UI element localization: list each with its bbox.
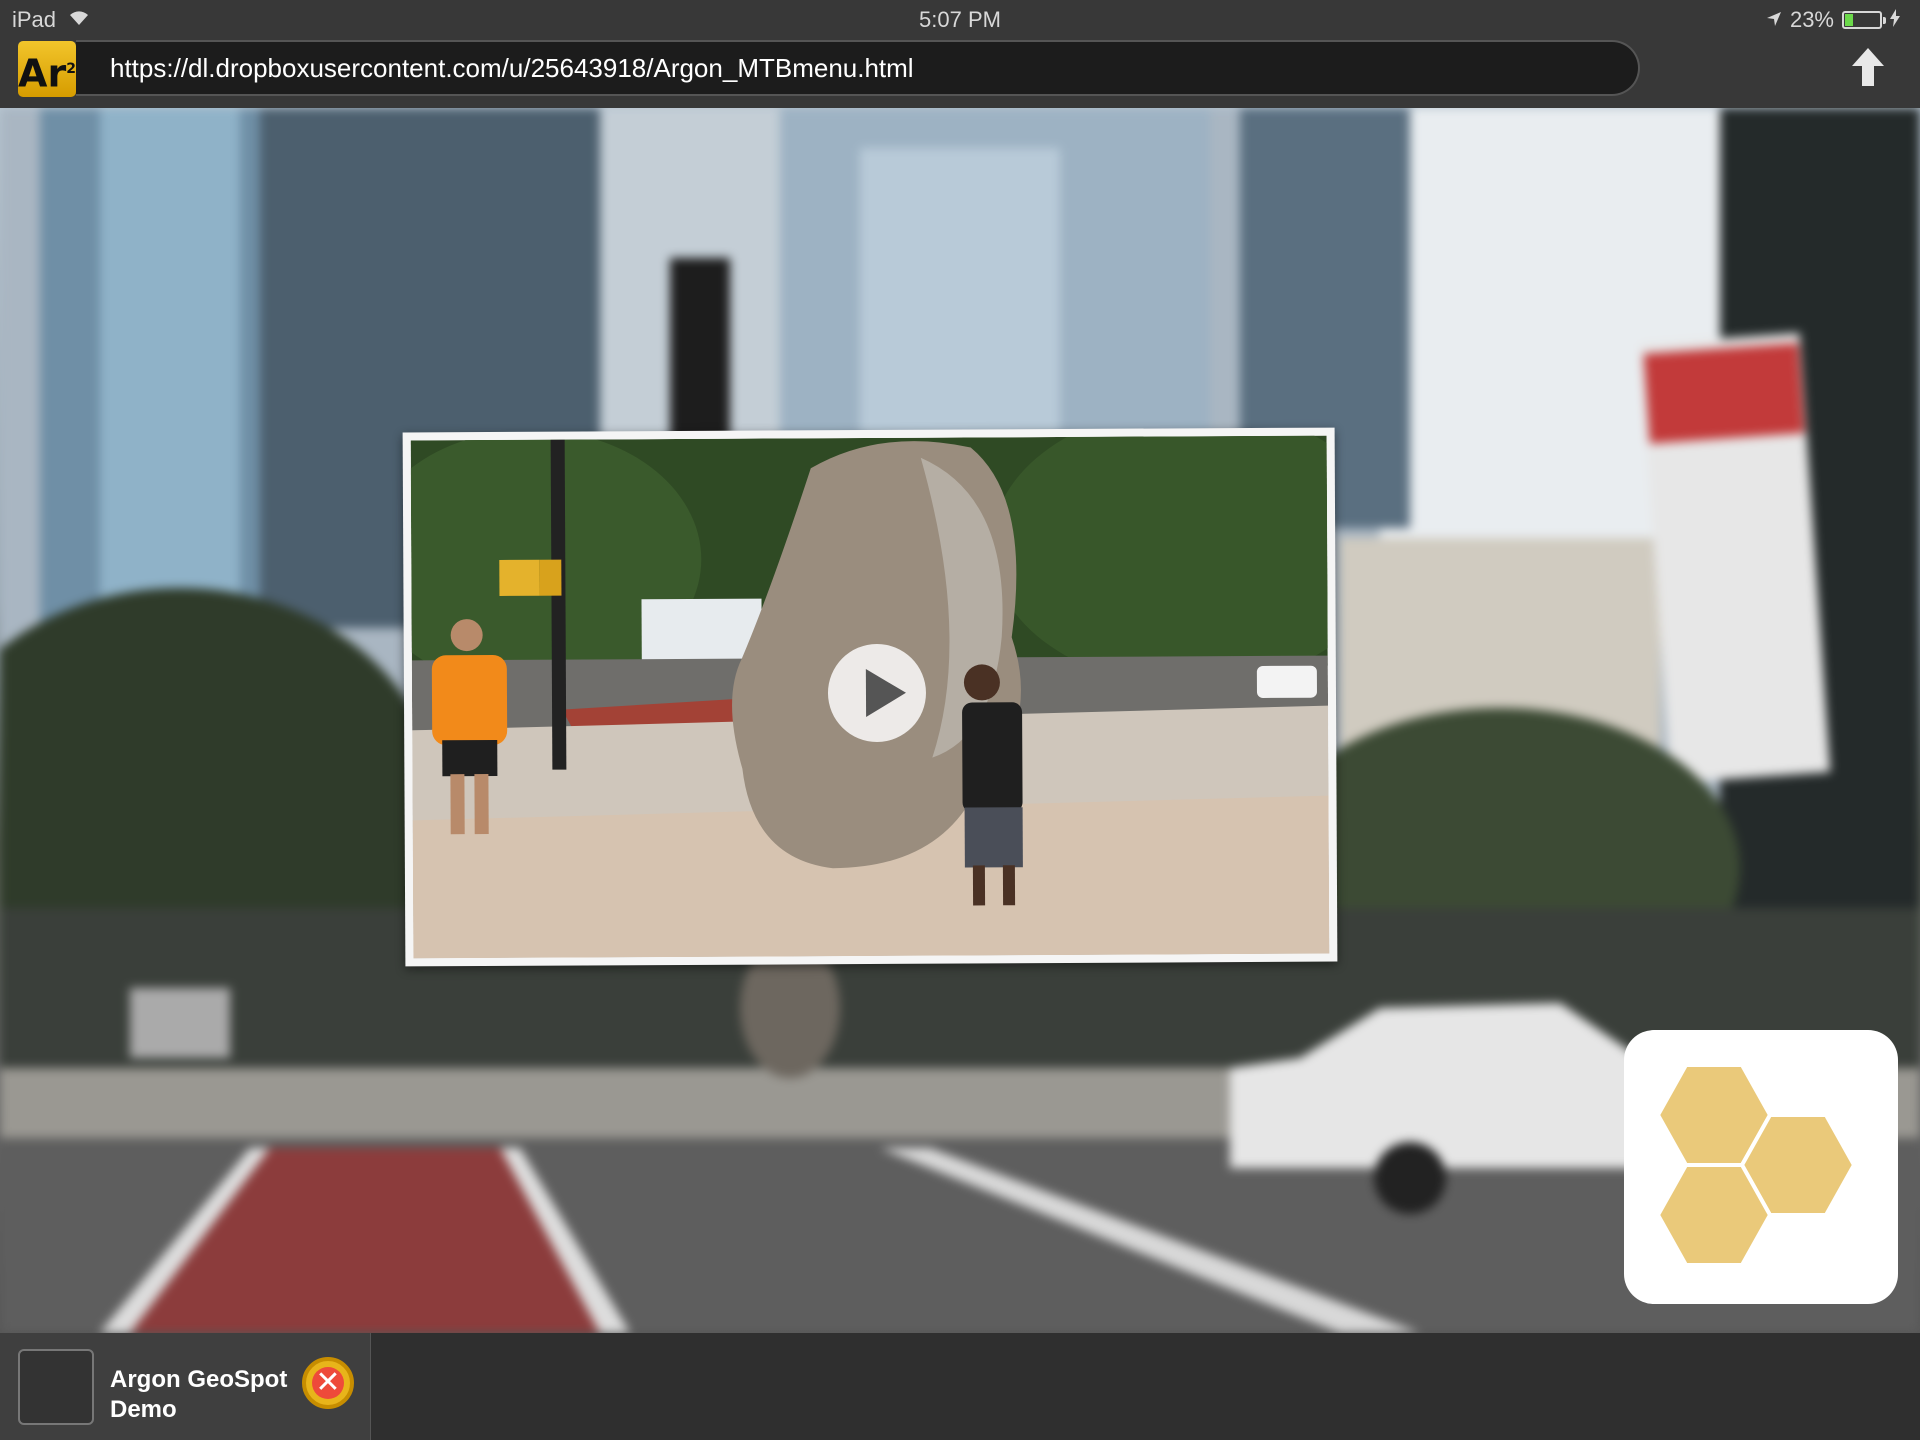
- clock: 5:07 PM: [919, 7, 1001, 32]
- bottom-tab-bar: Argon GeoSpot Demo ✕: [0, 1333, 1920, 1440]
- video-card[interactable]: [402, 427, 1338, 967]
- channel-title: Argon GeoSpot Demo: [110, 1365, 300, 1425]
- status-bar: iPad 5:07 PM 23%: [0, 0, 1920, 38]
- channel-title-line1: Argon GeoSpot: [110, 1366, 288, 1393]
- battery-percent: 23%: [1789, 7, 1834, 32]
- channel-title-line2: Demo: [110, 1396, 177, 1423]
- honeycomb-menu-button[interactable]: [1624, 1030, 1898, 1304]
- play-icon[interactable]: [827, 643, 927, 743]
- channel-tab[interactable]: Argon GeoSpot Demo ✕: [0, 1333, 371, 1440]
- close-x-icon[interactable]: ✕: [302, 1357, 354, 1409]
- argon-logo[interactable]: Ar2: [18, 41, 76, 97]
- url-bar: Ar2 https://dl.dropboxusercontent.com/u/…: [0, 38, 1920, 108]
- url-field[interactable]: https://dl.dropboxusercontent.com/u/2564…: [76, 40, 1640, 96]
- location-arrow-icon: [1766, 7, 1782, 33]
- channel-thumbnail: [18, 1349, 94, 1425]
- share-arrow-up-icon[interactable]: [1844, 44, 1892, 92]
- honeycomb-icon: [1655, 1063, 1857, 1267]
- battery-icon: [1842, 11, 1886, 29]
- charging-icon: [1890, 7, 1900, 33]
